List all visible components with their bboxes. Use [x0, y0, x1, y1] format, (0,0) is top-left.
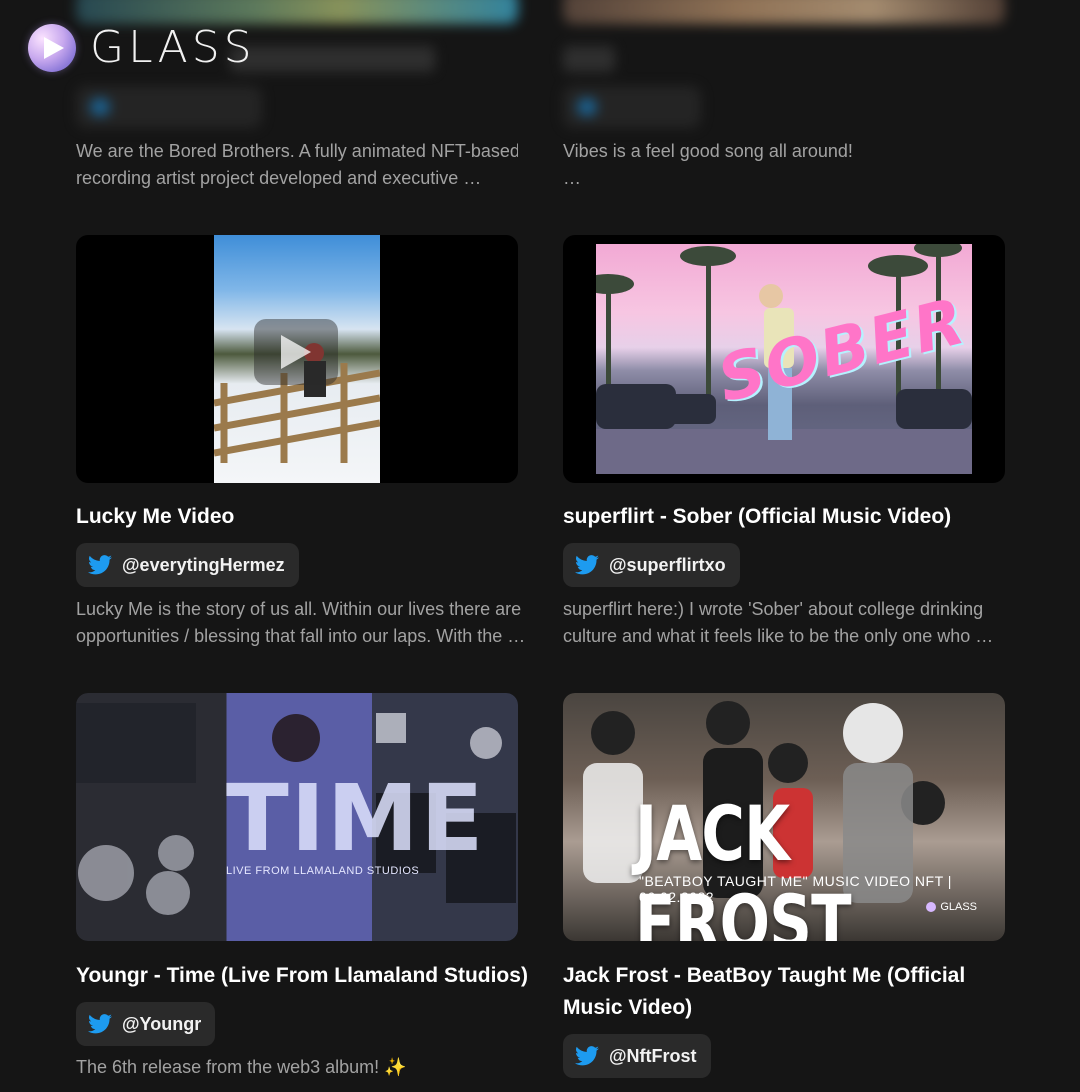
twitter-handle-chip[interactable]: @superflirtxo — [563, 543, 740, 587]
card-title-blurred — [230, 46, 435, 72]
play-logo-icon — [28, 23, 76, 72]
card-description: Lucky Me is the story of us all. Within … — [76, 599, 526, 646]
thumbnail-vibes[interactable] — [563, 0, 1005, 24]
twitter-handle-chip[interactable]: @Youngr — [76, 1002, 216, 1046]
twitter-handle-chip[interactable] — [76, 86, 262, 128]
handle-text: @NftFrost — [609, 1045, 697, 1066]
twitter-handle-chip[interactable] — [563, 86, 701, 128]
twitter-bird-icon — [575, 1046, 599, 1066]
twitter-handle-chip[interactable]: @everytingHermez — [76, 543, 299, 587]
handle-text: @everytingHermez — [122, 554, 285, 575]
thumbnail-title-text: JACK FROST — [635, 789, 852, 941]
card-description: The 6th release from the web3 album! ✨ — [76, 1057, 407, 1077]
watermark-text: GLASS — [940, 901, 977, 913]
glass-logo[interactable]: GLASS — [28, 22, 256, 73]
card-vibes: Vibes is a feel good song all around! … — [563, 138, 1005, 192]
thumbnail-image: JACK FROST "BEATBOY TAUGHT ME" MUSIC VID… — [563, 693, 1005, 941]
glass-logo-icon — [926, 902, 937, 912]
card-title[interactable]: Lucky Me Video — [76, 501, 234, 533]
twitter-bird-icon — [575, 555, 599, 575]
thumbnail-image: SOBER — [596, 244, 973, 474]
card-title[interactable]: superflirt - Sober (Official Music Video… — [563, 501, 951, 533]
card-title-blurred — [563, 46, 615, 72]
card-bored-brothers: We are the Bored Brothers. A fully anima… — [76, 138, 518, 192]
thumbnail-subtitle-text: LIVE FROM LLAMALAND STUDIOS — [226, 865, 420, 877]
thumbnail-bored-brothers[interactable] — [76, 0, 518, 24]
thumbnail-image — [214, 235, 380, 483]
handle-text: @Youngr — [122, 1013, 202, 1034]
card-superflirt-sober: SOBER superflirt - Sober (Official Music… — [563, 235, 1005, 646]
card-lucky-me: Lucky Me Video @everytingHermez Lucky Me… — [76, 235, 525, 646]
card-youngr-time: TIME LIVE FROM LLAMALAND STUDIOS Youngr … — [76, 693, 528, 1077]
video-thumbnail[interactable] — [76, 235, 518, 483]
brand-name: GLASS — [90, 22, 256, 73]
handle-text: @superflirtxo — [609, 554, 726, 575]
video-thumbnail[interactable]: TIME LIVE FROM LLAMALAND STUDIOS — [76, 693, 518, 941]
card-description: Vibes is a feel good song all around! … — [563, 141, 853, 188]
card-title[interactable]: Jack Frost - BeatBoy Taught Me (Official… — [563, 960, 965, 1024]
thumbnail-watermark: GLASS — [926, 901, 977, 913]
thumbnail-title-text: TIME — [226, 765, 486, 872]
card-title[interactable]: Youngr - Time (Live From Llamaland Studi… — [76, 960, 528, 992]
card-title-line: Jack Frost - BeatBoy Taught Me (Official — [563, 964, 966, 987]
card-jack-frost: JACK FROST "BEATBOY TAUGHT ME" MUSIC VID… — [563, 693, 1005, 1078]
twitter-bird-icon — [88, 555, 112, 575]
card-title-line: Music Video) — [563, 996, 693, 1019]
play-icon — [281, 335, 311, 369]
card-description: superflirt here:) I wrote 'Sober' about … — [563, 599, 994, 646]
twitter-bird-icon — [88, 1014, 112, 1034]
play-button[interactable] — [254, 319, 338, 385]
video-thumbnail[interactable]: SOBER — [563, 235, 1005, 483]
video-thumbnail[interactable]: JACK FROST "BEATBOY TAUGHT ME" MUSIC VID… — [563, 693, 1005, 941]
card-description: We are the Bored Brothers. A fully anima… — [76, 141, 518, 188]
thumbnail-image: TIME LIVE FROM LLAMALAND STUDIOS — [76, 693, 518, 941]
twitter-handle-chip[interactable]: @NftFrost — [563, 1034, 711, 1078]
